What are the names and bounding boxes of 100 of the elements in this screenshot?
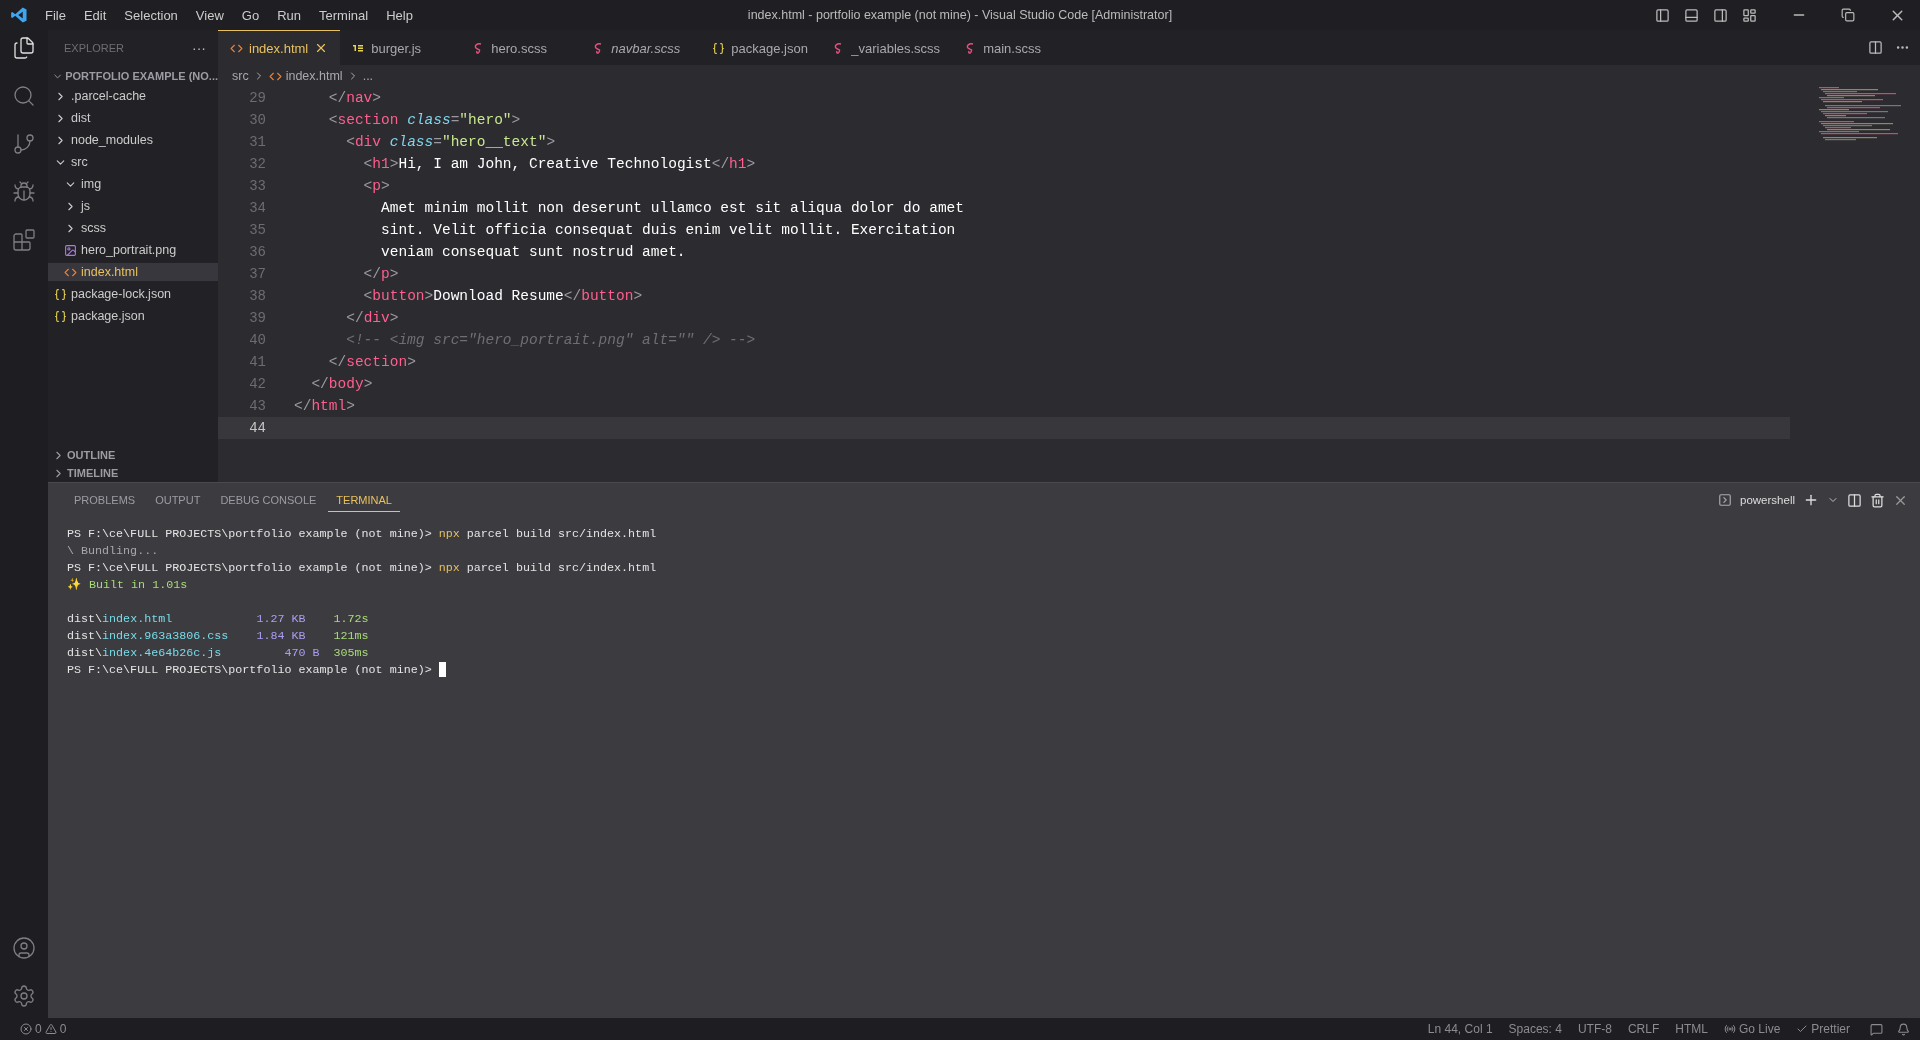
breadcrumb-item[interactable]: index.html: [285, 69, 343, 83]
code-line: <section class="hero">: [327, 112, 521, 128]
branch-icon[interactable]: [12, 132, 36, 156]
bug-icon[interactable]: [12, 180, 36, 204]
account-icon[interactable]: [12, 936, 36, 960]
panel-tab[interactable]: PROBLEMS: [66, 488, 144, 512]
editor-tab[interactable]: _variables.scss: [820, 30, 953, 65]
menu-item[interactable]: Help: [377, 7, 422, 23]
panel-tab[interactable]: OUTPUT: [147, 488, 209, 512]
check-icon: [1796, 1023, 1809, 1035]
breadcrumb-item[interactable]: src: [232, 69, 249, 83]
editor-tab[interactable]: navbar.scss: [580, 30, 701, 65]
tree-item[interactable]: js: [48, 197, 218, 215]
tree-item[interactable]: hero_portrait.png: [48, 241, 218, 259]
code-line: <h1>Hi, I am John, Creative Technologist</h1>: [362, 156, 756, 172]
trash-icon[interactable]: [1870, 492, 1885, 508]
tree-item[interactable]: .parcel-cache: [48, 87, 218, 105]
code-line: </nav>: [327, 90, 382, 106]
terminal-name[interactable]: powershell: [1740, 494, 1795, 506]
menu-item[interactable]: Terminal: [310, 7, 378, 23]
new-terminal-icon[interactable]: [1803, 492, 1819, 508]
code-line: <button>Download Resume</button>: [362, 288, 643, 304]
explorer-title: EXPLORER: [64, 41, 124, 54]
line-number: 35: [248, 222, 267, 238]
line-number: 37: [248, 266, 267, 282]
panel-toggle-icon[interactable]: [1684, 7, 1699, 23]
more-actions-button[interactable]: ···: [192, 39, 206, 56]
app-logo: [10, 6, 28, 24]
terminal-line: PS F:\ce\FULL PROJECTS\portfolio example (not mine)> npx parcel build src/index.html: [67, 526, 657, 541]
blocks-icon[interactable]: [12, 228, 36, 252]
settings-icon[interactable]: [12, 984, 36, 1008]
restore-icon[interactable]: [1841, 8, 1855, 22]
status-item[interactable]: Ln 44, Col 1: [1421, 1022, 1499, 1036]
editor-tab[interactable]: index.html: [218, 30, 341, 65]
line-number: 42: [248, 376, 267, 392]
terminal-line: dist\index.html 1.27 KB 1.72s: [67, 611, 369, 626]
line-number: 29: [248, 90, 267, 106]
problems-status[interactable]: 0 0: [14, 1022, 73, 1036]
line-number: 32: [248, 156, 267, 172]
terminal-icon: [1718, 493, 1732, 507]
editor-tab[interactable]: package.json: [700, 30, 821, 65]
section-header[interactable]: TIMELINE: [48, 464, 218, 482]
status-item[interactable]: UTF-8: [1571, 1022, 1618, 1036]
editor-tab[interactable]: burger.js: [340, 30, 461, 65]
project-header[interactable]: PORTFOLIO EXAMPLE (NO...: [48, 65, 218, 87]
line-number: 31: [248, 134, 267, 150]
feedback-icon[interactable]: [1870, 1022, 1883, 1036]
code-line: </div>: [345, 310, 399, 326]
layout-icon[interactable]: [1742, 7, 1757, 23]
line-number: 34: [248, 200, 267, 216]
code-line: <div class="hero__text">: [345, 134, 556, 150]
notifications-icon[interactable]: [1897, 1022, 1910, 1036]
error-icon: [20, 1023, 32, 1035]
editor-tab[interactable]: hero.scss: [460, 30, 581, 65]
status-item[interactable]: Prettier: [1790, 1022, 1856, 1036]
code-line: </body>: [310, 376, 373, 392]
status-item[interactable]: HTML: [1669, 1022, 1714, 1036]
status-item[interactable]: Spaces: 4: [1502, 1022, 1568, 1036]
tree-item[interactable]: scss: [48, 219, 218, 237]
split-editor-icon[interactable]: [1868, 40, 1883, 55]
line-number: 44: [248, 420, 267, 436]
code-line: </section>: [327, 354, 416, 370]
split-terminal-icon[interactable]: [1847, 492, 1862, 508]
panel-tab[interactable]: TERMINAL: [328, 488, 400, 512]
braces-icon: [54, 309, 67, 323]
search-icon[interactable]: [12, 84, 36, 108]
tree-item[interactable]: index.html: [48, 263, 218, 281]
status-item[interactable]: CRLF: [1621, 1022, 1666, 1036]
broadcast-icon: [1723, 1023, 1736, 1035]
section-header[interactable]: OUTLINE: [48, 446, 218, 464]
menu-item[interactable]: Go: [232, 7, 269, 23]
tree-item[interactable]: package-lock.json: [48, 285, 218, 303]
menu-item[interactable]: File: [36, 7, 75, 23]
code-line: sint. Velit officia consequat duis enim velit mollit. Exercitation: [380, 222, 956, 238]
menu-item[interactable]: Selection: [115, 7, 187, 23]
editor-tab[interactable]: main.scss: [952, 30, 1073, 65]
tree-item[interactable]: img: [48, 175, 218, 193]
terminal-line: ✨ Built in 1.01s: [67, 577, 188, 592]
image-icon: [64, 243, 77, 257]
menu-item[interactable]: View: [186, 7, 233, 23]
tree-item[interactable]: package.json: [48, 307, 218, 325]
line-number: 30: [248, 112, 267, 128]
code-line: <!-- <img src="hero_portrait.png" alt="" /> -->: [345, 332, 756, 348]
status-item[interactable]: Go Live: [1717, 1022, 1787, 1036]
secondary-sidebar-icon[interactable]: [1713, 7, 1728, 23]
terminal-line: dist\index.4e64b26c.js 470 B 305ms: [67, 645, 369, 660]
menu-item[interactable]: Run: [268, 7, 310, 23]
terminal-line: \ Bundling...: [67, 543, 159, 558]
terminal-line: PS F:\ce\FULL PROJECTS\portfolio example (not mine)>: [67, 662, 433, 677]
files-icon[interactable]: [12, 36, 36, 60]
tree-item[interactable]: node_modules: [48, 131, 218, 149]
code-line: veniam consequat sunt nostrud amet.: [380, 244, 686, 260]
breadcrumb-item[interactable]: ...: [362, 69, 374, 83]
tree-item[interactable]: dist: [48, 109, 218, 127]
panel-tab[interactable]: DEBUG CONSOLE: [212, 488, 325, 512]
menu-item[interactable]: Edit: [74, 7, 116, 23]
tree-item[interactable]: src: [48, 153, 218, 171]
warning-count: 0: [59, 1022, 67, 1036]
braces-icon: [712, 41, 726, 55]
sidebar-toggle-icon[interactable]: [1655, 7, 1670, 23]
